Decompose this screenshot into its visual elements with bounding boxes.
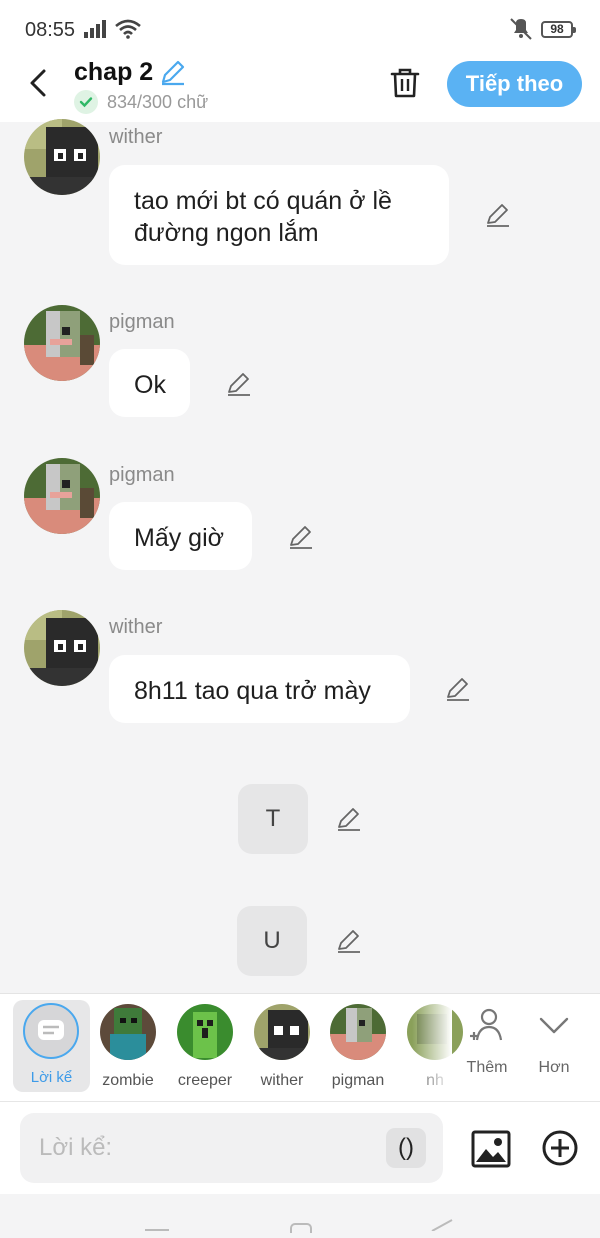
back-nav-icon[interactable] (430, 1218, 454, 1236)
message-bubble[interactable]: Ok (109, 349, 190, 417)
word-count: 834/300 chữ (107, 92, 209, 112)
character-narrator[interactable]: Lời kể (13, 1000, 90, 1092)
wither-avatar (254, 1004, 310, 1060)
edit-narration-icon[interactable] (336, 806, 362, 832)
back-button[interactable] (24, 68, 54, 98)
input-bar: () (0, 1101, 600, 1195)
avatar-wither[interactable] (24, 119, 100, 195)
system-nav-bar (0, 1194, 600, 1238)
message-bubble[interactable]: tao mới bt có quán ở lề đường ngon lắm (109, 165, 449, 265)
speaker-name: pigman (109, 311, 175, 333)
message-bubble[interactable]: 8h11 tao qua trở mày (109, 655, 410, 723)
zombie-avatar (100, 1004, 156, 1060)
home-nav-icon[interactable] (290, 1220, 312, 1238)
creeper-avatar (177, 1004, 233, 1060)
character-creeper[interactable]: creeper (170, 1004, 240, 1090)
more-button[interactable]: Hơn (524, 1006, 584, 1077)
character-strip: Lời kể zombie creeper wither pigman nh (0, 993, 600, 1102)
character-name: creeper (177, 1072, 233, 1089)
edit-title-icon[interactable] (159, 58, 187, 91)
wifi-icon (115, 19, 141, 44)
next-button[interactable]: Tiếp theo (447, 61, 582, 107)
speaker-name: wither (109, 616, 163, 638)
trash-icon[interactable] (388, 66, 422, 105)
message-bubble[interactable]: Mấy giờ (109, 502, 252, 570)
menu-nav-icon[interactable] (145, 1220, 169, 1238)
chapter-title[interactable]: chap 2 (74, 58, 153, 87)
edit-message-icon[interactable] (485, 202, 511, 228)
edit-message-icon[interactable] (288, 524, 314, 550)
edit-message-icon[interactable] (445, 676, 471, 702)
narration-bubble[interactable]: T (238, 784, 308, 854)
avatar-wither[interactable] (24, 610, 100, 686)
status-bar: 08:55 98 (0, 0, 600, 58)
character-wither[interactable]: wither (247, 1004, 317, 1090)
battery-icon: 98 (541, 21, 576, 38)
mute-icon (509, 18, 535, 45)
editor-header: chap 2 834/300 chữ Tiếp theo (0, 58, 600, 122)
status-time: 08:55 (25, 19, 76, 41)
pigman-avatar (330, 1004, 386, 1060)
character-zombie[interactable]: zombie (93, 1004, 163, 1090)
avatar-pigman[interactable] (24, 305, 100, 381)
add-character-button[interactable]: Thêm (457, 1006, 517, 1077)
check-icon (74, 90, 98, 114)
chevron-down-icon (534, 1017, 574, 1050)
character-name: zombie (102, 1072, 154, 1089)
more-label: Hơn (538, 1059, 570, 1076)
edit-narration-icon[interactable] (336, 928, 362, 954)
signal-icon (84, 20, 110, 43)
add-circle-icon[interactable] (541, 1129, 579, 1172)
narration-input[interactable] (20, 1113, 443, 1183)
character-name: wither (260, 1072, 304, 1089)
image-icon[interactable] (471, 1129, 511, 1174)
character-pigman[interactable]: pigman (323, 1004, 393, 1090)
strip-fade (412, 994, 452, 1102)
avatar-pigman[interactable] (24, 458, 100, 534)
speaker-name: pigman (109, 464, 175, 486)
edit-message-icon[interactable] (226, 371, 252, 397)
parenthesis-button[interactable]: () (386, 1128, 426, 1168)
narrator-label: Lời kể (30, 1069, 73, 1086)
narration-bubble[interactable]: U (237, 906, 307, 976)
add-person-icon (467, 1008, 507, 1050)
speaker-name: wither (109, 126, 163, 148)
add-label: Thêm (466, 1059, 508, 1076)
narrator-avatar (23, 1003, 79, 1059)
character-name: pigman (331, 1072, 385, 1089)
